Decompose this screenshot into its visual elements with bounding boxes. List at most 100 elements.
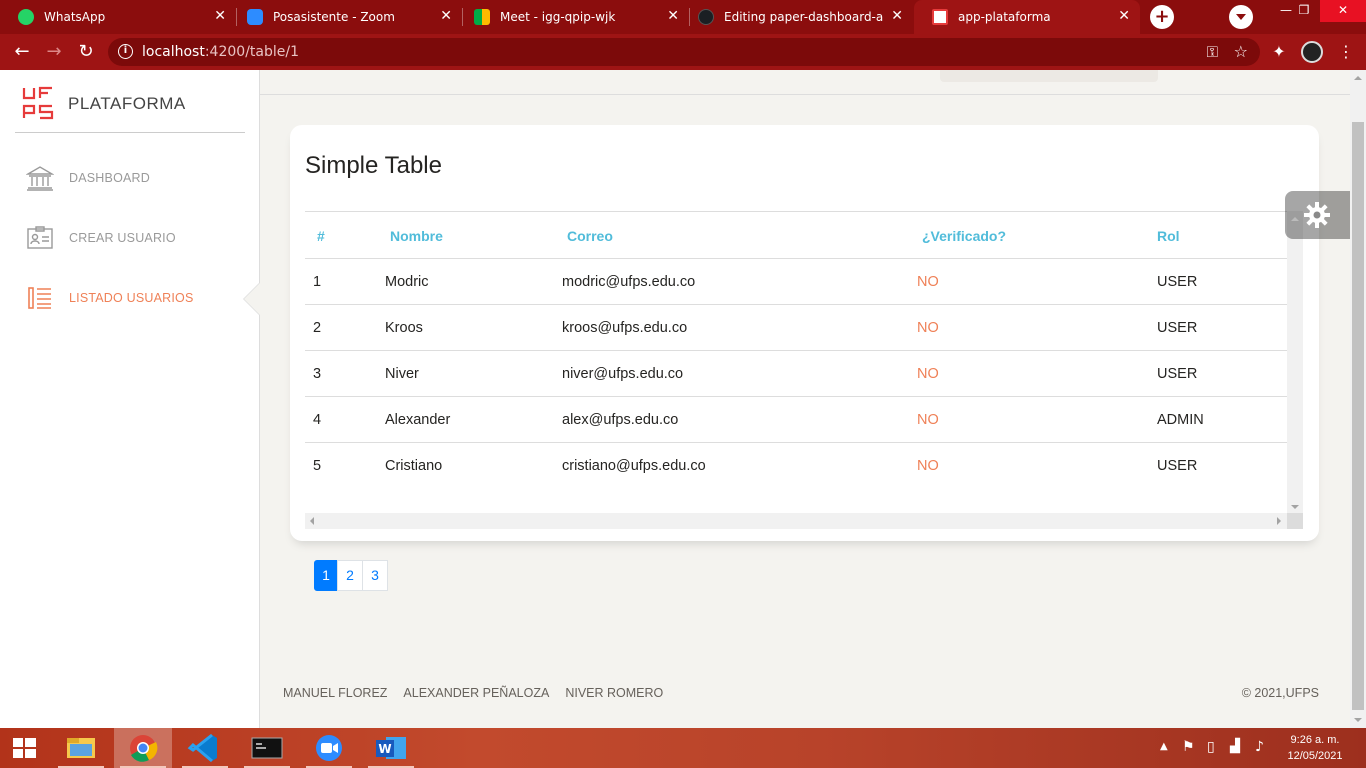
new-tab-button[interactable]: + [1150, 5, 1174, 29]
github-icon [698, 9, 714, 25]
svg-text:W: W [378, 742, 391, 756]
cell-rol: USER [1157, 350, 1287, 397]
page-scrollbar[interactable] [1350, 70, 1366, 728]
cell-verificado: NO [917, 350, 1157, 397]
cell-num: 3 [305, 350, 385, 397]
ufps-logo-icon [22, 86, 54, 120]
sidebar-item-label: LISTADO USUARIOS [69, 291, 194, 305]
cell-correo: alex@ufps.edu.co [562, 396, 917, 443]
cell-num: 2 [305, 304, 385, 351]
tab-close-icon[interactable]: ✕ [667, 9, 679, 23]
table-container[interactable]: # Nombre Correo ¿Verificado? Rol 1 Modri… [305, 211, 1303, 529]
page-content: PLATAFORMA DASHBOARD CREAR USUARIO LISTA… [0, 70, 1350, 728]
sidebar-item-dashboard[interactable]: DASHBOARD [26, 163, 150, 193]
show-hidden-icons-icon[interactable]: ▲ [1160, 741, 1168, 768]
settings-plugin-button[interactable] [1285, 191, 1350, 239]
scroll-down-icon[interactable] [1354, 718, 1362, 722]
extensions-puzzle-icon[interactable]: ✦ [1269, 42, 1289, 62]
page-link-3[interactable]: 3 [362, 560, 388, 591]
cell-rol: USER [1157, 258, 1287, 305]
network-warning-icon[interactable]: ⚑ [1182, 739, 1195, 768]
restore-icon[interactable]: ❐ [1286, 0, 1322, 22]
volume-icon[interactable]: ♪ [1255, 739, 1264, 768]
cell-nombre: Kroos [385, 304, 562, 351]
active-caret [244, 283, 260, 315]
cell-correo: kroos@ufps.edu.co [562, 304, 917, 351]
url-path: :4200/table/1 [204, 44, 299, 60]
bookmark-star-icon[interactable]: ☆ [1234, 38, 1248, 66]
footer-link-manuel[interactable]: MANUEL FLOREZ [283, 686, 387, 700]
menu-dots-icon[interactable]: ⋮ [1336, 42, 1356, 62]
tab-title: Meet - igg-qpip-wjk [500, 10, 616, 24]
scrollbar-thumb[interactable] [1352, 122, 1364, 710]
windows-taskbar: W ▲ ⚑ ▯ ▟ ♪ 9:26 a. m. 12/05/2021 [0, 728, 1366, 768]
ufps-icon [932, 9, 948, 25]
tab-close-icon[interactable]: ✕ [891, 9, 903, 23]
forward-arrow-icon[interactable]: → [44, 42, 64, 62]
cell-num: 5 [313, 457, 322, 474]
table-horizontal-scrollbar[interactable] [305, 513, 1303, 529]
scroll-up-icon[interactable] [1354, 76, 1362, 80]
page-link-2[interactable]: 2 [337, 560, 363, 591]
cell-num: 4 [305, 396, 385, 443]
scroll-left-icon[interactable] [310, 517, 314, 525]
tab-title: Posasistente - Zoom [273, 10, 395, 24]
window-close-button[interactable]: ✕ [1320, 0, 1366, 22]
cell-correo: cristiano@ufps.edu.co [562, 457, 706, 474]
back-arrow-icon[interactable]: ← [12, 42, 32, 62]
sidebar-item-listado-usuarios[interactable]: LISTADO USUARIOS [26, 283, 194, 313]
simple-table-card: Simple Table # Nombre Correo ¿Verificado… [290, 125, 1319, 541]
vscode-icon[interactable] [176, 728, 234, 768]
terminal-icon[interactable] [238, 728, 296, 768]
sidebar-item-crear-usuario[interactable]: CREAR USUARIO [26, 223, 176, 253]
tab-app-plataforma[interactable]: app-plataforma ✕ [914, 0, 1140, 34]
address-bar[interactable]: i localhost:4200/table/1 ⚿ ☆ [108, 38, 1260, 66]
navbar-divider [260, 94, 1350, 95]
tab-close-icon[interactable]: ✕ [440, 9, 452, 23]
chrome-icon[interactable] [114, 728, 172, 768]
key-icon[interactable]: ⚿ [1207, 38, 1218, 66]
cell-verificado: NO [917, 304, 1157, 351]
meet-icon [474, 9, 490, 25]
cell-verificado: NO [917, 258, 1157, 305]
header-num: # [305, 211, 385, 259]
windows-start-icon[interactable] [0, 728, 48, 768]
cell-nombre: Niver [385, 350, 562, 397]
clock-time: 9:26 a. m. [1290, 734, 1340, 746]
wifi-signal-icon[interactable]: ▟ [1230, 739, 1240, 768]
profile-avatar[interactable] [1301, 41, 1323, 63]
tab-close-icon[interactable]: ✕ [1118, 9, 1130, 23]
table-vertical-scrollbar[interactable] [1287, 211, 1303, 513]
header-nombre: Nombre [385, 211, 562, 259]
file-explorer-icon[interactable] [52, 728, 110, 768]
page-link-1[interactable]: 1 [314, 560, 338, 591]
scroll-right-icon[interactable] [1277, 517, 1281, 525]
tab-zoom[interactable]: Posasistente - Zoom ✕ [229, 0, 462, 34]
header-rol: Rol [1157, 211, 1287, 259]
site-info-icon[interactable]: i [118, 44, 133, 59]
navbar-search-input[interactable] [940, 70, 1158, 82]
cell-nombre: Cristiano [385, 457, 443, 474]
tab-title: Editing paper-dashboard-angu [724, 10, 884, 24]
footer-link-niver[interactable]: NIVER ROMERO [565, 686, 663, 700]
battery-icon[interactable]: ▯ [1207, 739, 1215, 768]
sidebar: PLATAFORMA DASHBOARD CREAR USUARIO LISTA… [0, 70, 260, 728]
tab-github[interactable]: Editing paper-dashboard-angu ✕ [680, 0, 913, 34]
id-card-icon [27, 226, 53, 249]
cell-verificado: NO [917, 396, 1157, 443]
tab-close-icon[interactable]: ✕ [214, 9, 226, 23]
cell-correo: niver@ufps.edu.co [562, 350, 917, 397]
zoom-icon[interactable] [300, 728, 358, 768]
gear-icon [1304, 202, 1330, 228]
url-host: localhost [142, 44, 205, 60]
table-row: 5 Cristiano cristiano@ufps.edu.co NO USE… [305, 443, 1287, 489]
taskbar-clock[interactable]: 9:26 a. m. 12/05/2021 [1280, 732, 1350, 764]
word-icon[interactable]: W [362, 728, 420, 768]
footer-link-alexander[interactable]: ALEXANDER PEÑALOZA [403, 686, 549, 700]
tab-search-button[interactable] [1229, 5, 1253, 29]
reload-icon[interactable]: ↻ [76, 42, 96, 62]
tab-whatsapp[interactable]: WhatsApp ✕ [0, 0, 236, 34]
cell-verificado: NO [917, 457, 939, 474]
tab-meet[interactable]: Meet - igg-qpip-wjk ✕ [456, 0, 689, 34]
sidebar-divider [15, 132, 245, 133]
